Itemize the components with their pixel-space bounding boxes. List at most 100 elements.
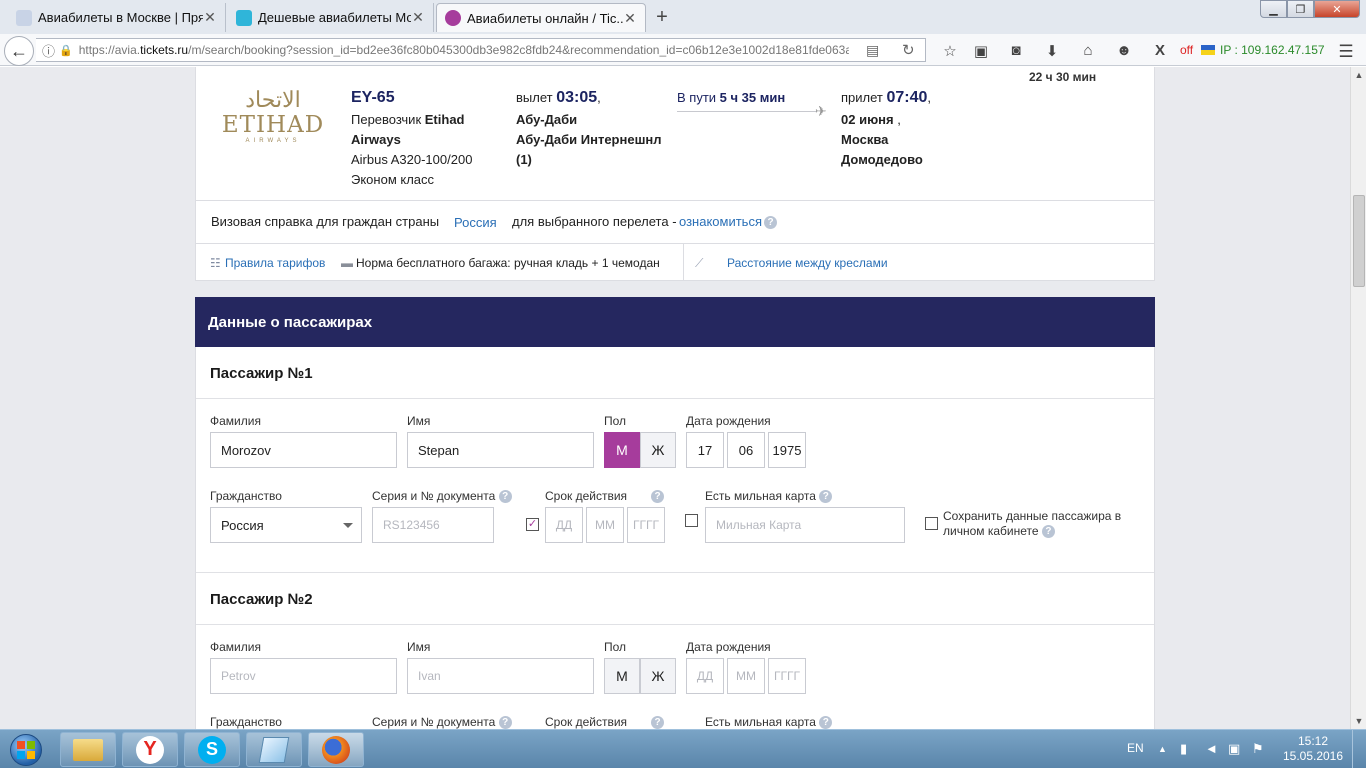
flag-icon[interactable]: ⚑	[1252, 741, 1264, 757]
help-icon[interactable]: ?	[651, 490, 664, 503]
taskbar-notepad-button[interactable]	[246, 732, 302, 767]
validity-year-input[interactable]: ГГГГ	[627, 507, 665, 543]
departure-airport: Абу-Даби Интернешнл	[516, 132, 662, 147]
home-icon[interactable]: ⌂	[1078, 42, 1098, 59]
help-icon[interactable]: ?	[819, 716, 833, 729]
citizenship-label: Гражданство	[210, 715, 282, 729]
document-label: Серия и № документа ?	[372, 715, 512, 729]
birth-month-input[interactable]: 06	[727, 432, 765, 468]
pocket-icon[interactable]: ◙	[1006, 42, 1026, 59]
emoji-icon[interactable]: ☻	[1114, 42, 1134, 59]
gender-female-button[interactable]: Ж	[640, 658, 676, 694]
validity-checkbox-checked[interactable]: ✓	[526, 518, 539, 531]
mileage-label: Есть мильная карта ?	[705, 489, 833, 504]
divider	[196, 624, 1154, 625]
departure-time-line: вылет 03:05,	[516, 89, 601, 106]
visa-country-link[interactable]: Россия	[454, 215, 497, 230]
visa-details-link[interactable]: ознакомиться	[679, 214, 762, 229]
help-icon[interactable]: ?	[764, 216, 777, 229]
yandex-browser-icon: Y	[136, 735, 164, 764]
info-icon[interactable]: ⓘ	[42, 41, 55, 60]
birth-day-input[interactable]: ДД	[686, 658, 724, 694]
tab-1[interactable]: Авиабилеты в Москве | Прям... ✕	[8, 3, 226, 32]
route-line	[677, 111, 817, 112]
seat-distance-link[interactable]: Расстояние между креслами	[727, 256, 888, 270]
taskbar-skype-button[interactable]: S	[184, 732, 240, 767]
taskbar-firefox-button[interactable]	[308, 732, 364, 767]
browser-nav-bar: ← ⓘ 🔒 https://avia.tickets.ru/m/search/b…	[0, 34, 1366, 66]
surname-input[interactable]: Morozov	[210, 432, 397, 468]
vertical-scrollbar[interactable]: ▲ ▼	[1350, 67, 1366, 729]
start-button[interactable]	[4, 731, 48, 768]
close-icon[interactable]: ✕	[411, 9, 425, 26]
help-icon[interactable]: ?	[1041, 525, 1055, 539]
mileage-card-input[interactable]: Мильная Карта	[705, 507, 905, 543]
notepad-icon	[258, 736, 290, 763]
citizenship-select[interactable]: Россия	[210, 507, 362, 543]
etihad-logo: الاتحاد ETIHAD AIRWAYS	[212, 89, 334, 145]
tab-2[interactable]: Дешевые авиабилеты Мо... ✕	[228, 3, 434, 32]
document-input[interactable]: RS123456	[372, 507, 494, 543]
folder-icon	[73, 738, 103, 761]
skype-icon: S	[198, 735, 226, 764]
show-desktop-button[interactable]	[1352, 730, 1366, 768]
scroll-up-arrow-icon[interactable]: ▲	[1351, 67, 1366, 83]
taskbar-explorer-button[interactable]	[60, 732, 116, 767]
reader-view-icon[interactable]: ▤	[866, 42, 879, 59]
divider	[196, 398, 1154, 399]
tab-3-active[interactable]: Авиабилеты онлайн / Tic... ✕	[436, 3, 646, 32]
surname-input[interactable]: Petrov	[210, 658, 397, 694]
back-arrow-icon[interactable]: ←	[4, 36, 34, 66]
close-icon[interactable]: ✕	[203, 9, 217, 26]
download-icon[interactable]: ⬇	[1042, 42, 1062, 60]
birth-month-input[interactable]: ММ	[727, 658, 765, 694]
gender-female-button[interactable]: Ж	[640, 432, 676, 468]
departure-city: Абу-Даби	[516, 112, 578, 127]
system-clock[interactable]: 15:12 15.05.2016	[1280, 734, 1346, 764]
window-minimize-button[interactable]: ▁	[1260, 0, 1287, 18]
name-input[interactable]: Stepan	[407, 432, 594, 468]
network-icon[interactable]: ▣	[1228, 741, 1240, 757]
birth-year-input[interactable]: ГГГГ	[768, 658, 806, 694]
flight-number: EY-65	[351, 89, 395, 106]
reading-list-icon[interactable]: ▣	[971, 42, 991, 60]
validity-month-input[interactable]: ММ	[586, 507, 624, 543]
save-passenger-checkbox[interactable]	[925, 517, 938, 530]
bookmark-star-icon[interactable]: ☆	[940, 42, 960, 60]
new-tab-plus-icon[interactable]: +	[652, 6, 672, 29]
x-extension-icon[interactable]: X	[1150, 42, 1170, 59]
window-close-button[interactable]: ✕	[1314, 0, 1360, 18]
help-icon[interactable]: ?	[651, 716, 664, 729]
help-icon[interactable]: ?	[819, 490, 833, 504]
validity-day-input[interactable]: ДД	[545, 507, 583, 543]
scroll-down-arrow-icon[interactable]: ▼	[1351, 713, 1366, 729]
volume-icon[interactable]: ◄	[1205, 741, 1218, 756]
browser-tab-strip: Авиабилеты в Москве | Прям... ✕ Дешевые …	[0, 0, 1366, 34]
reload-icon[interactable]: ↻	[902, 41, 915, 59]
hamburger-menu-icon[interactable]: ☰	[1336, 42, 1356, 62]
clock-time: 15:12	[1297, 734, 1329, 748]
keyboard-language[interactable]: EN	[1127, 741, 1144, 755]
birth-day-input[interactable]: 17	[686, 432, 724, 468]
visa-text-2: для выбранного перелета -	[512, 214, 677, 229]
mileage-checkbox[interactable]	[685, 514, 698, 527]
birth-year-input[interactable]: 1975	[768, 432, 806, 468]
signal-bars-icon[interactable]: ▮	[1180, 741, 1187, 757]
window-maximize-button[interactable]: ❐	[1287, 0, 1314, 18]
fare-rules-link[interactable]: Правила тарифов	[225, 256, 325, 270]
taskbar-yandex-button[interactable]: Y	[122, 732, 178, 767]
proxy-off-label[interactable]: off	[1180, 43, 1193, 57]
url-text[interactable]: https://avia.tickets.ru/m/search/booking…	[79, 43, 849, 57]
gender-male-button[interactable]: М	[604, 432, 640, 468]
name-label: Имя	[407, 640, 431, 654]
birthdate-label: Дата рождения	[686, 640, 771, 654]
name-input[interactable]: Ivan	[407, 658, 594, 694]
address-bar[interactable]: ⓘ 🔒 https://avia.tickets.ru/m/search/boo…	[36, 38, 926, 62]
scrollbar-thumb[interactable]	[1353, 195, 1365, 287]
gender-male-button[interactable]: М	[604, 658, 640, 694]
document-label: Серия и № документа ?	[372, 489, 512, 504]
help-icon[interactable]: ?	[498, 716, 512, 729]
help-icon[interactable]: ?	[498, 490, 512, 504]
tray-expand-icon[interactable]: ▲	[1158, 744, 1167, 754]
close-icon[interactable]: ✕	[623, 10, 637, 27]
